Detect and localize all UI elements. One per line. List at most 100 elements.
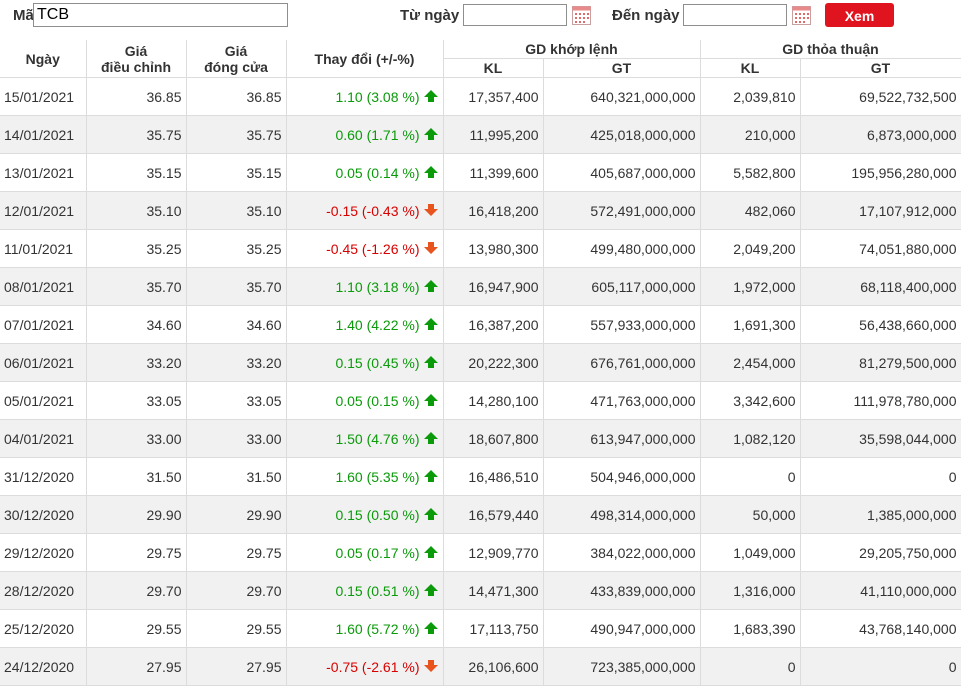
col-change-header[interactable]: Thay đổi (+/-%): [286, 40, 444, 78]
arrow-up-icon: [423, 507, 438, 520]
cell-negotiated-value: 35,598,044,000: [800, 419, 961, 458]
col-negotiated-value-header[interactable]: GT: [800, 58, 961, 78]
cell-negotiated-value: 43,768,140,000: [800, 609, 961, 648]
change-value: 0.15 (0.50 %): [335, 506, 420, 523]
arrow-up-icon: [423, 469, 438, 482]
col-close-price-header[interactable]: Giá đóng cửa: [186, 40, 287, 78]
to-date-input[interactable]: [683, 4, 787, 26]
cell-close-price: 36.85: [186, 77, 287, 116]
to-date-label: Đến ngày: [612, 7, 680, 24]
cell-change: 0.15 (0.51 %): [286, 571, 444, 610]
cell-close-price: 33.20: [186, 343, 287, 382]
arrow-up-icon: [423, 165, 438, 178]
cell-matched-volume: 16,486,510: [443, 457, 544, 496]
col-adjusted-price-header[interactable]: Giá điều chỉnh: [86, 40, 187, 78]
cell-negotiated-value: 41,110,000,000: [800, 571, 961, 610]
change-value: 1.10 (3.08 %): [335, 88, 420, 105]
from-date-input[interactable]: [463, 4, 567, 26]
cell-negotiated-volume: 1,972,000: [700, 267, 801, 306]
cell-adjusted-price: 27.95: [86, 647, 187, 686]
change-value: -0.15 (-0.43 %): [326, 202, 420, 219]
col-matched-volume-header[interactable]: KL: [443, 58, 544, 78]
cell-change: 1.40 (4.22 %): [286, 305, 444, 344]
calendar-icon[interactable]: [792, 6, 811, 25]
cell-close-price: 35.10: [186, 191, 287, 230]
cell-matched-volume: 16,579,440: [443, 495, 544, 534]
col-matched-value-header[interactable]: GT: [543, 58, 701, 78]
cell-negotiated-value: 1,385,000,000: [800, 495, 961, 534]
cell-matched-value: 605,117,000,000: [543, 267, 701, 306]
cell-matched-volume: 20,222,300: [443, 343, 544, 382]
arrow-up-icon: [423, 317, 438, 330]
arrow-down-icon: [423, 241, 438, 254]
cell-adjusted-price: 35.70: [86, 267, 187, 306]
col-date-header[interactable]: Ngày: [0, 40, 87, 78]
cell-change: 0.05 (0.17 %): [286, 533, 444, 572]
cell-matched-volume: 14,471,300: [443, 571, 544, 610]
table-row: 14/01/2021 35.75 35.75 0.60 (1.71 %) 11,995,…: [0, 115, 961, 154]
view-button[interactable]: Xem: [825, 3, 894, 27]
cell-change: 1.10 (3.08 %): [286, 77, 444, 116]
change-value: 1.10 (3.18 %): [335, 278, 420, 295]
arrow-up-icon: [423, 127, 438, 140]
calendar-icon[interactable]: [572, 6, 591, 25]
table-row: 15/01/2021 36.85 36.85 1.10 (3.08 %) 17,357,…: [0, 77, 961, 116]
cell-matched-volume: 12,909,770: [443, 533, 544, 572]
cell-matched-volume: 18,607,800: [443, 419, 544, 458]
cell-matched-value: 613,947,000,000: [543, 419, 701, 458]
table-row: 08/01/2021 35.70 35.70 1.10 (3.18 %) 16,947,…: [0, 267, 961, 306]
cell-negotiated-volume: 3,342,600: [700, 381, 801, 420]
cell-negotiated-volume: 0: [700, 457, 801, 496]
cell-matched-volume: 17,357,400: [443, 77, 544, 116]
symbol-label: Mã: [13, 7, 34, 24]
cell-matched-value: 504,946,000,000: [543, 457, 701, 496]
change-value: 0.05 (0.15 %): [335, 392, 420, 409]
table-row: 07/01/2021 34.60 34.60 1.40 (4.22 %) 16,387,…: [0, 305, 961, 344]
table-row: 24/12/2020 27.95 27.95 -0.75 (-2.61 %) 26,10…: [0, 647, 961, 686]
cell-close-price: 27.95: [186, 647, 287, 686]
cell-change: -0.75 (-2.61 %): [286, 647, 444, 686]
change-value: 1.40 (4.22 %): [335, 316, 420, 333]
arrow-up-icon: [423, 393, 438, 406]
change-value: 1.60 (5.35 %): [335, 468, 420, 485]
col-adjusted-price-line1: Giá: [124, 42, 148, 59]
cell-change: -0.45 (-1.26 %): [286, 229, 444, 268]
arrow-up-icon: [423, 583, 438, 596]
symbol-input[interactable]: [33, 3, 288, 27]
cell-matched-volume: 11,995,200: [443, 115, 544, 154]
cell-negotiated-volume: 1,316,000: [700, 571, 801, 610]
cell-date: 06/01/2021: [0, 343, 87, 382]
cell-matched-value: 676,761,000,000: [543, 343, 701, 382]
cell-change: 1.50 (4.76 %): [286, 419, 444, 458]
table-row: 25/12/2020 29.55 29.55 1.60 (5.72 %) 17,113,…: [0, 609, 961, 648]
cell-change: 0.15 (0.45 %): [286, 343, 444, 382]
cell-date: 25/12/2020: [0, 609, 87, 648]
change-value: 1.50 (4.76 %): [335, 430, 420, 447]
cell-negotiated-volume: 2,039,810: [700, 77, 801, 116]
cell-negotiated-value: 0: [800, 647, 961, 686]
cell-negotiated-value: 6,873,000,000: [800, 115, 961, 154]
cell-adjusted-price: 29.70: [86, 571, 187, 610]
cell-change: 0.05 (0.15 %): [286, 381, 444, 420]
cell-negotiated-volume: 1,049,000: [700, 533, 801, 572]
cell-close-price: 29.70: [186, 571, 287, 610]
col-negotiated-volume-header[interactable]: KL: [700, 58, 801, 78]
change-value: 0.15 (0.51 %): [335, 582, 420, 599]
cell-matched-volume: 16,418,200: [443, 191, 544, 230]
col-adjusted-price-line2: điều chỉnh: [101, 58, 171, 75]
table-row: 30/12/2020 29.90 29.90 0.15 (0.50 %) 16,579,…: [0, 495, 961, 534]
change-value: 0.05 (0.14 %): [335, 164, 420, 181]
cell-negotiated-volume: 50,000: [700, 495, 801, 534]
cell-negotiated-volume: 0: [700, 647, 801, 686]
price-history-table: Ngày Giá điều chỉnh Giá đóng cửa Thay đổ…: [0, 40, 961, 686]
cell-date: 30/12/2020: [0, 495, 87, 534]
cell-date: 29/12/2020: [0, 533, 87, 572]
change-value: -0.75 (-2.61 %): [326, 658, 420, 675]
table-header: Ngày Giá điều chỉnh Giá đóng cửa Thay đổ…: [0, 40, 961, 78]
cell-matched-volume: 14,280,100: [443, 381, 544, 420]
arrow-up-icon: [423, 279, 438, 292]
cell-close-price: 34.60: [186, 305, 287, 344]
cell-negotiated-volume: 1,691,300: [700, 305, 801, 344]
cell-matched-value: 490,947,000,000: [543, 609, 701, 648]
table-row: 05/01/2021 33.05 33.05 0.05 (0.15 %) 14,280,…: [0, 381, 961, 420]
